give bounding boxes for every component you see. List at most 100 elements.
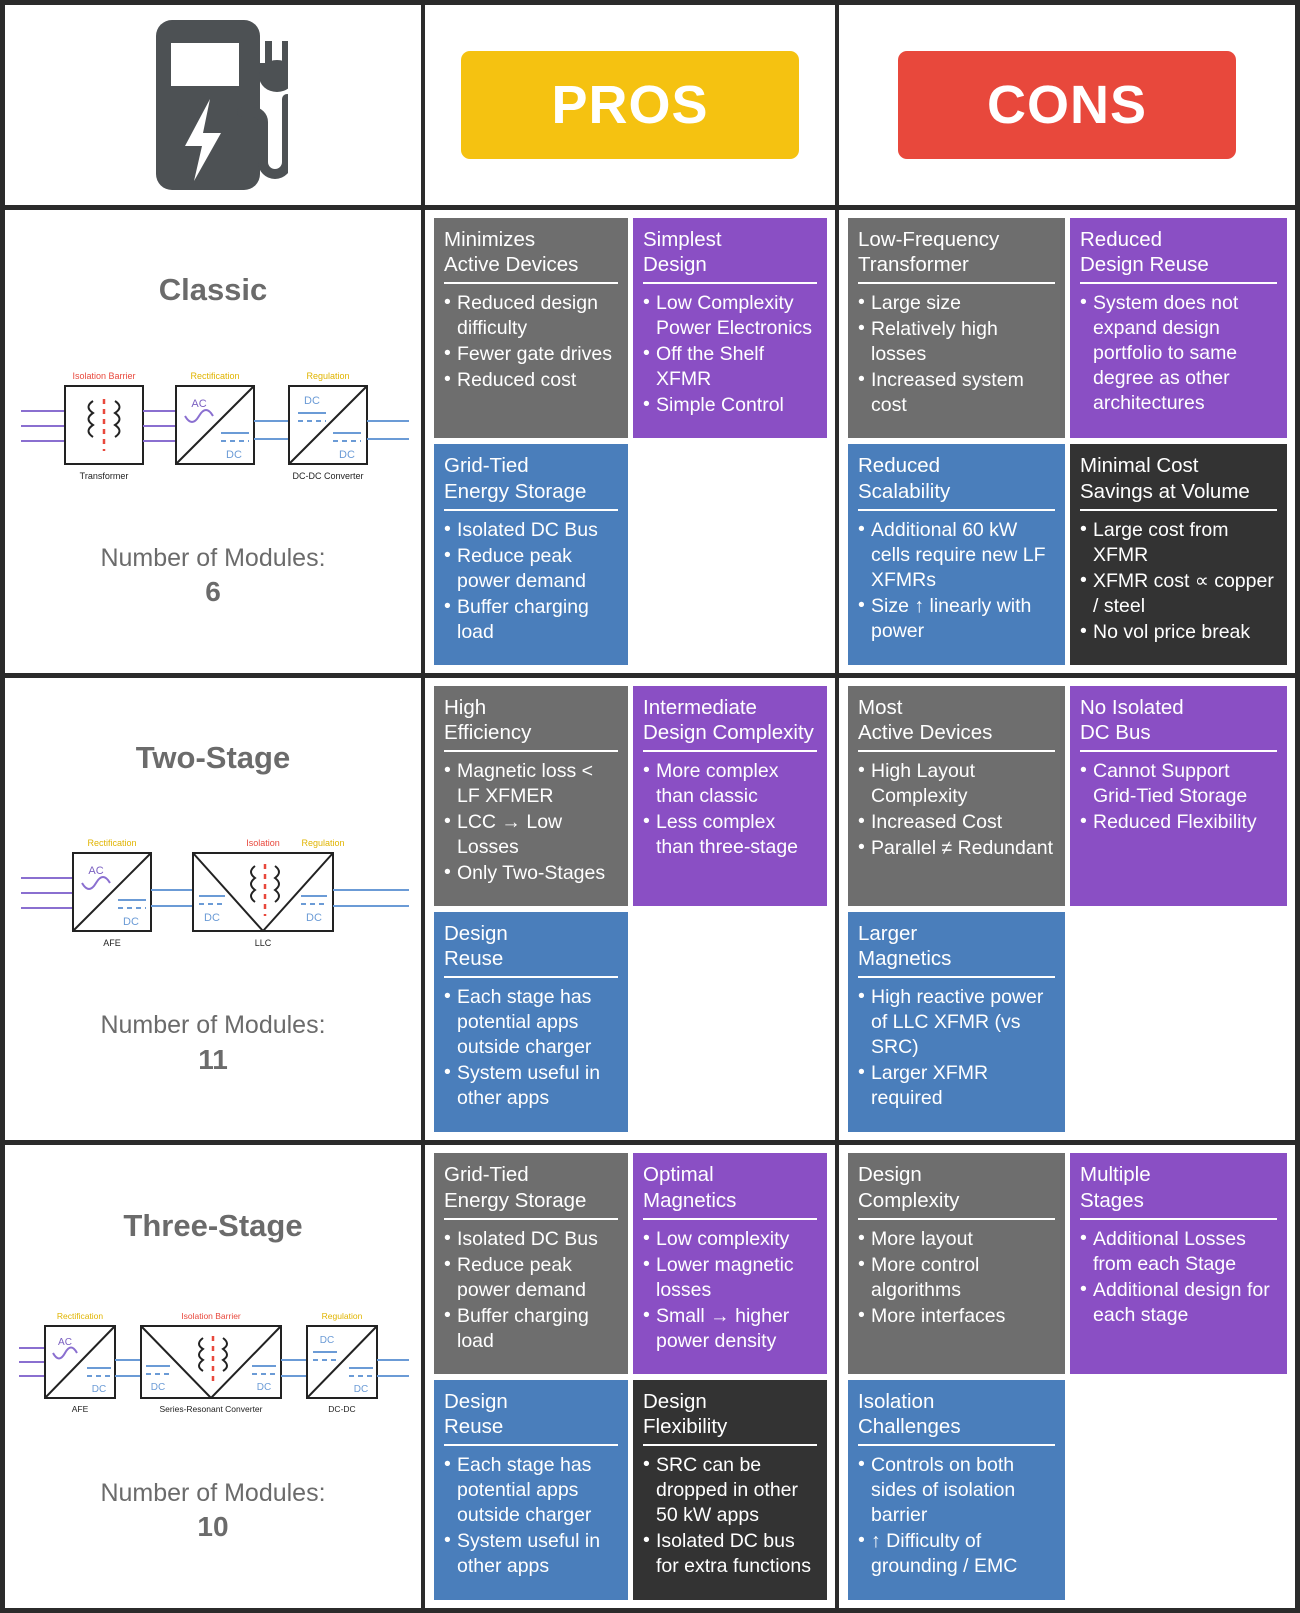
svg-text:DC: DC xyxy=(339,449,355,461)
two-stage-summary-cell: Two-Stage AC DC Rectification AFE DC DC … xyxy=(5,677,425,1141)
card[interactable]: Most Active Devices High Layout Complexi… xyxy=(848,685,1065,906)
modules-label: Number of Modules: xyxy=(100,1011,326,1040)
list-item: Reduced design difficulty xyxy=(444,290,618,341)
svg-text:DC: DC xyxy=(306,912,322,924)
svg-text:DC: DC xyxy=(151,1382,165,1393)
card-title: Intermediate Design Complexity xyxy=(643,695,817,753)
list-item: Magnetic loss < LF XFMER xyxy=(444,758,618,809)
list-item: Reduce peak power demand xyxy=(444,543,618,594)
card-title: Larger Magnetics xyxy=(858,921,1055,979)
card-title: Minimal Cost Savings at Volume xyxy=(1080,453,1277,511)
card-title: Reduced Scalability xyxy=(858,453,1055,511)
list-item: Isolated DC bus for extra functions xyxy=(643,1528,817,1579)
svg-text:Transformer: Transformer xyxy=(80,471,129,481)
list-item: Less complex than three-stage xyxy=(643,809,817,860)
modules-label: Number of Modules: xyxy=(100,1479,326,1508)
card[interactable]: Design Reuse Each stage has potential ap… xyxy=(434,912,628,1133)
card[interactable]: Design Reuse Each stage has potential ap… xyxy=(434,1379,628,1601)
card[interactable]: Reduced Scalability Additional 60 kW cel… xyxy=(848,444,1065,665)
card-title: No Isolated DC Bus xyxy=(1080,695,1277,753)
three-stage-pros-cards: Grid-Tied Energy Storage Isolated DC Bus… xyxy=(425,1145,839,1609)
card-list: Magnetic loss < LF XFMERLCC → Low Losses… xyxy=(444,758,618,886)
svg-text:Regulation: Regulation xyxy=(301,838,344,848)
architecture-row-three-stage: Three-Stage AC DC Rectification AFE DC D… xyxy=(5,1145,1295,1609)
list-item: Isolated DC Bus xyxy=(444,517,618,543)
list-item: More interfaces xyxy=(858,1303,1055,1329)
classic-summary-cell: Classic Isolation Barrier Transformer AC… xyxy=(5,210,425,673)
list-item: More complex than classic xyxy=(643,758,817,809)
svg-text:AC: AC xyxy=(58,1337,72,1348)
list-item: High reactive power of LLC XFMR (vs SRC) xyxy=(858,984,1055,1060)
card-list: Additional Losses from each StageAdditio… xyxy=(1080,1226,1277,1328)
list-item: Reduced Flexibility xyxy=(1080,809,1277,835)
modules-count: 6 xyxy=(205,576,221,607)
card[interactable]: Optimal Magnetics Low complexityLower ma… xyxy=(633,1153,827,1374)
architecture-row-classic: Classic Isolation Barrier Transformer AC… xyxy=(5,210,1295,678)
classic-topology-diagram: Isolation Barrier Transformer AC DC Rect… xyxy=(21,371,409,481)
card-title: Simplest Design xyxy=(643,227,817,285)
card-placeholder xyxy=(633,912,827,1132)
list-item: No vol price break xyxy=(1080,619,1277,645)
card-list: Controls on both sides of isolation barr… xyxy=(858,1452,1055,1579)
card[interactable]: Grid-Tied Energy Storage Isolated DC Bus… xyxy=(434,444,628,665)
card[interactable]: Larger Magnetics High reactive power of … xyxy=(848,912,1065,1133)
cons-badge: CONS xyxy=(898,51,1236,159)
list-item: Size ↑ linearly with power xyxy=(858,593,1055,644)
classic-pros-cards: Minimizes Active Devices Reduced design … xyxy=(425,210,839,673)
card-title: Grid-Tied Energy Storage xyxy=(444,1162,618,1220)
card[interactable]: Minimal Cost Savings at Volume Large cos… xyxy=(1070,444,1287,665)
svg-text:AFE: AFE xyxy=(103,938,121,948)
list-item: Buffer charging load xyxy=(444,1303,618,1354)
card[interactable]: Low-Frequency Transformer Large sizeRela… xyxy=(848,218,1065,439)
list-item: Small → higher power density xyxy=(643,1303,817,1354)
svg-text:DC: DC xyxy=(257,1382,271,1393)
card[interactable]: Isolation Challenges Controls on both si… xyxy=(848,1379,1065,1601)
card[interactable]: Reduced Design Reuse System does not exp… xyxy=(1070,218,1287,439)
list-item: Only Two-Stages xyxy=(444,860,618,886)
list-item: Increased Cost xyxy=(858,809,1055,835)
pros-badge: PROS xyxy=(461,51,799,159)
card-list: More complex than classicLess complex th… xyxy=(643,758,817,860)
page-title: Classic xyxy=(158,272,268,308)
card[interactable]: High Efficiency Magnetic loss < LF XFMER… xyxy=(434,685,628,906)
list-item: High Layout Complexity xyxy=(858,758,1055,809)
classic-cons-cards: Low-Frequency Transformer Large sizeRela… xyxy=(839,210,1295,673)
card-list: Each stage has potential apps outside ch… xyxy=(444,984,618,1111)
modules-count: 11 xyxy=(198,1043,228,1075)
card-title: High Efficiency xyxy=(444,695,618,753)
svg-text:DC: DC xyxy=(320,1335,334,1346)
card[interactable]: No Isolated DC Bus Cannot Support Grid-T… xyxy=(1070,685,1287,906)
card-title: Isolation Challenges xyxy=(858,1389,1055,1447)
three-stage-cons-cards: Design Complexity More layoutMore contro… xyxy=(839,1145,1295,1608)
list-item: Isolated DC Bus xyxy=(444,1226,618,1252)
list-item: Increased system cost xyxy=(858,367,1055,418)
card[interactable]: Minimizes Active Devices Reduced design … xyxy=(434,218,628,439)
list-item: SRC can be dropped in other 50 kW apps xyxy=(643,1452,817,1528)
list-item: Reduced cost xyxy=(444,367,618,393)
list-item: ↑ Difficulty of grounding / EMC xyxy=(858,1528,1055,1579)
card-placeholder xyxy=(1070,912,1287,1132)
two-stage-topology-diagram: AC DC Rectification AFE DC DC Isolation … xyxy=(21,838,409,948)
list-item: Additional design for each stage xyxy=(1080,1277,1277,1328)
svg-text:DC: DC xyxy=(354,1384,368,1395)
svg-text:DC: DC xyxy=(92,1384,106,1395)
svg-text:Isolation: Isolation xyxy=(246,838,280,848)
card[interactable]: Design Complexity More layoutMore contro… xyxy=(848,1153,1065,1374)
card[interactable]: Simplest Design Low Complexity Power Ele… xyxy=(633,218,827,439)
svg-text:Rectification: Rectification xyxy=(87,838,136,848)
list-item: Reduce peak power demand xyxy=(444,1252,618,1303)
card[interactable]: Design Flexibility SRC can be dropped in… xyxy=(633,1379,827,1601)
card-title: Design Complexity xyxy=(858,1162,1055,1220)
card[interactable]: Grid-Tied Energy Storage Isolated DC Bus… xyxy=(434,1153,628,1374)
card-list: Large cost from XFMRXFMR cost ∝ copper /… xyxy=(1080,517,1277,645)
card-list: High reactive power of LLC XFMR (vs SRC)… xyxy=(858,984,1055,1111)
list-item: XFMR cost ∝ copper / steel xyxy=(1080,568,1277,619)
svg-text:Regulation: Regulation xyxy=(322,1311,363,1321)
card[interactable]: Multiple Stages Additional Losses from e… xyxy=(1070,1153,1287,1374)
card-list: Low Complexity Power ElectronicsOff the … xyxy=(643,290,817,418)
card-list: High Layout ComplexityIncreased CostPara… xyxy=(858,758,1055,861)
list-item: Large size xyxy=(858,290,1055,316)
list-item: More layout xyxy=(858,1226,1055,1252)
list-item: Off the Shelf XFMR xyxy=(643,341,817,392)
card[interactable]: Intermediate Design Complexity More comp… xyxy=(633,685,827,906)
